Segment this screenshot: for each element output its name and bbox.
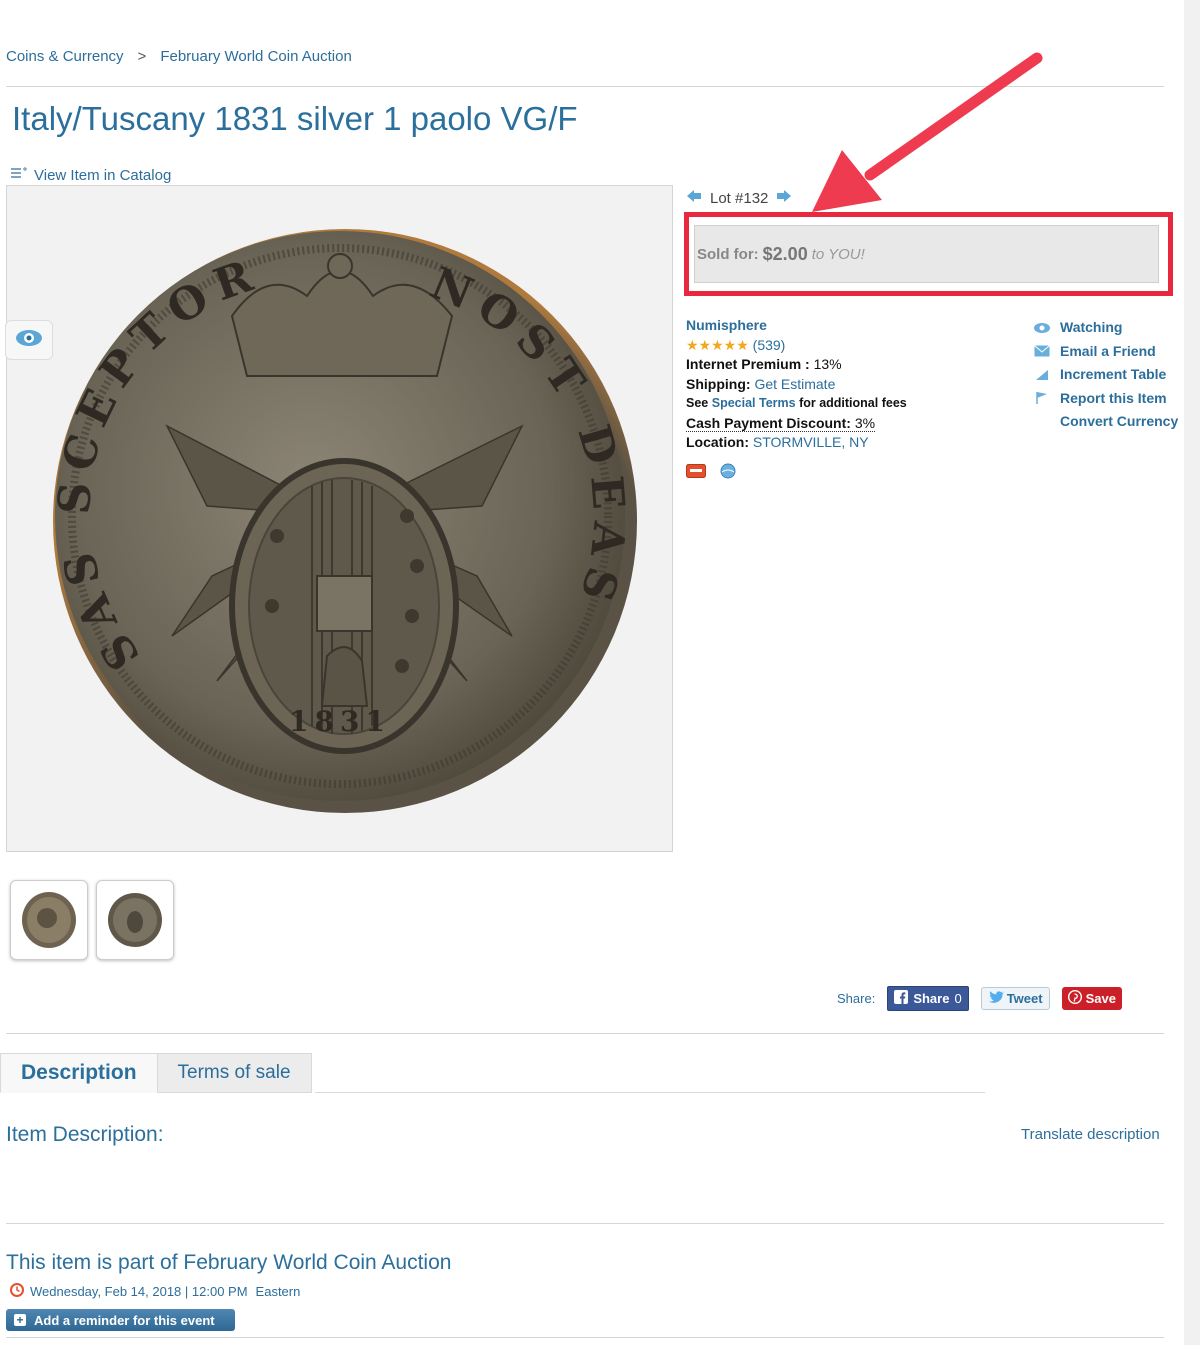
- view-catalog-link[interactable]: View Item in Catalog: [10, 166, 171, 184]
- breadcrumb-separator: >: [137, 48, 147, 65]
- rating-stars-icon: ★★★★★: [686, 336, 749, 353]
- email-friend-label: Email a Friend: [1060, 342, 1156, 359]
- location-link[interactable]: STORMVILLE, NY: [753, 434, 869, 450]
- sold-label: Sold for:: [697, 245, 759, 263]
- zoom-eye-button[interactable]: [5, 320, 53, 360]
- seller-name-link[interactable]: Numisphere: [686, 317, 767, 333]
- report-item-label: Report this Item: [1060, 389, 1167, 406]
- translate-description-link[interactable]: Translate description: [1021, 1126, 1160, 1143]
- clock-icon: [10, 1283, 24, 1300]
- pinterest-save-button[interactable]: Save: [1061, 987, 1122, 1010]
- sign-badge-icon: [686, 463, 706, 484]
- thumbnail-reverse[interactable]: [96, 880, 174, 960]
- event-heading: This item is part of February World Coin…: [6, 1251, 452, 1274]
- page-title: Italy/Tuscany 1831 silver 1 paolo VG/F: [12, 100, 578, 137]
- add-reminder-label: Add a reminder for this event: [34, 1312, 215, 1328]
- event-date: Wednesday, Feb 14, 2018 | 12:00 PM: [30, 1284, 248, 1299]
- share-bar: Share: Share 0 Tweet Save: [837, 986, 1122, 1011]
- tweet-label: Tweet: [1006, 991, 1043, 1006]
- thumbnail-obverse[interactable]: [10, 880, 88, 960]
- breadcrumb-link-auction[interactable]: February World Coin Auction: [160, 48, 351, 65]
- convert-currency-label: Convert Currency: [1060, 413, 1179, 429]
- tweet-button[interactable]: Tweet: [980, 987, 1050, 1010]
- increment-icon: [1032, 369, 1052, 381]
- item-actions: Watching Email a Friend Increment Table …: [1032, 316, 1178, 434]
- terms-suffix: for additional fees: [799, 396, 907, 410]
- sold-status-box: Sold for: $2.00 to YOU!: [694, 225, 1159, 283]
- globe-badge-icon: [720, 463, 736, 485]
- list-icon: [10, 166, 30, 184]
- shipping-estimate-link[interactable]: Get Estimate: [754, 376, 835, 392]
- watching-action[interactable]: Watching: [1032, 316, 1178, 340]
- watching-label: Watching: [1060, 319, 1123, 335]
- facebook-share-label: Share: [913, 991, 950, 1006]
- increment-table-label: Increment Table: [1060, 366, 1167, 382]
- item-description-heading: Item Description:: [6, 1123, 164, 1146]
- add-reminder-button[interactable]: + Add a reminder for this event: [6, 1309, 235, 1331]
- seller-info: Numisphere ★★★★★ (539) Internet Premium …: [686, 316, 1006, 484]
- breadcrumb: Coins & Currency > February World Coin A…: [6, 48, 352, 65]
- eye-icon: [1032, 322, 1052, 334]
- previous-lot-icon[interactable]: [686, 189, 702, 207]
- location-label: Location:: [686, 434, 749, 450]
- facebook-share-count: 0: [954, 991, 962, 1006]
- divider: [6, 1033, 1164, 1034]
- cash-discount-label[interactable]: Cash Payment Discount:: [686, 415, 851, 431]
- event-timezone: Eastern: [255, 1284, 301, 1299]
- email-friend-action[interactable]: Email a Friend: [1032, 340, 1178, 364]
- coin-year: 1831: [289, 705, 391, 738]
- pinterest-icon: [1067, 989, 1082, 1007]
- envelope-icon: [1032, 345, 1052, 357]
- divider: [6, 86, 1164, 87]
- flag-icon: [1032, 391, 1052, 405]
- divider: [6, 1337, 1164, 1338]
- share-label: Share:: [837, 991, 876, 1006]
- sold-suffix: to YOU!: [811, 245, 865, 263]
- tab-description[interactable]: Description: [0, 1053, 158, 1093]
- pinterest-save-label: Save: [1085, 991, 1116, 1006]
- increment-table-action[interactable]: Increment Table: [1032, 363, 1178, 387]
- shipping-label: Shipping:: [686, 375, 751, 392]
- internet-premium-value: 13%: [813, 356, 842, 372]
- thumbnail-strip: [10, 880, 174, 960]
- tab-divider: [315, 1092, 985, 1093]
- page-scrollbar[interactable]: [1184, 0, 1200, 1345]
- seller-reviews-link[interactable]: (539): [753, 337, 786, 353]
- tab-terms-of-sale[interactable]: Terms of sale: [157, 1053, 312, 1093]
- divider: [6, 1223, 1164, 1224]
- breadcrumb-link-coins[interactable]: Coins & Currency: [6, 48, 124, 65]
- facebook-share-button[interactable]: Share 0: [887, 986, 969, 1011]
- cash-discount-value: 3%: [854, 414, 876, 431]
- internet-premium-label: Internet Premium :: [686, 356, 810, 372]
- event-date-row: Wednesday, Feb 14, 2018 | 12:00 PM Easte…: [10, 1283, 300, 1300]
- lot-navigation: Lot #132: [686, 189, 792, 207]
- facebook-icon: [894, 990, 909, 1007]
- report-item-action[interactable]: Report this Item: [1032, 387, 1178, 411]
- convert-currency-action[interactable]: Convert Currency: [1032, 410, 1178, 434]
- terms-prefix: See: [686, 396, 709, 410]
- next-lot-icon[interactable]: [776, 189, 792, 207]
- sold-amount: $2.00: [762, 243, 808, 264]
- detail-tabs: Description Terms of sale: [0, 1053, 312, 1093]
- eye-icon: [15, 329, 43, 352]
- view-catalog-label: View Item in Catalog: [34, 166, 172, 184]
- main-item-image[interactable]: SAS SCEPTOR NOST DEAS 1831: [6, 185, 673, 852]
- twitter-bird-icon: [988, 991, 1004, 1006]
- special-terms-link[interactable]: Special Terms: [712, 396, 796, 410]
- plus-icon: +: [14, 1314, 26, 1326]
- lot-number: Lot #132: [710, 189, 769, 207]
